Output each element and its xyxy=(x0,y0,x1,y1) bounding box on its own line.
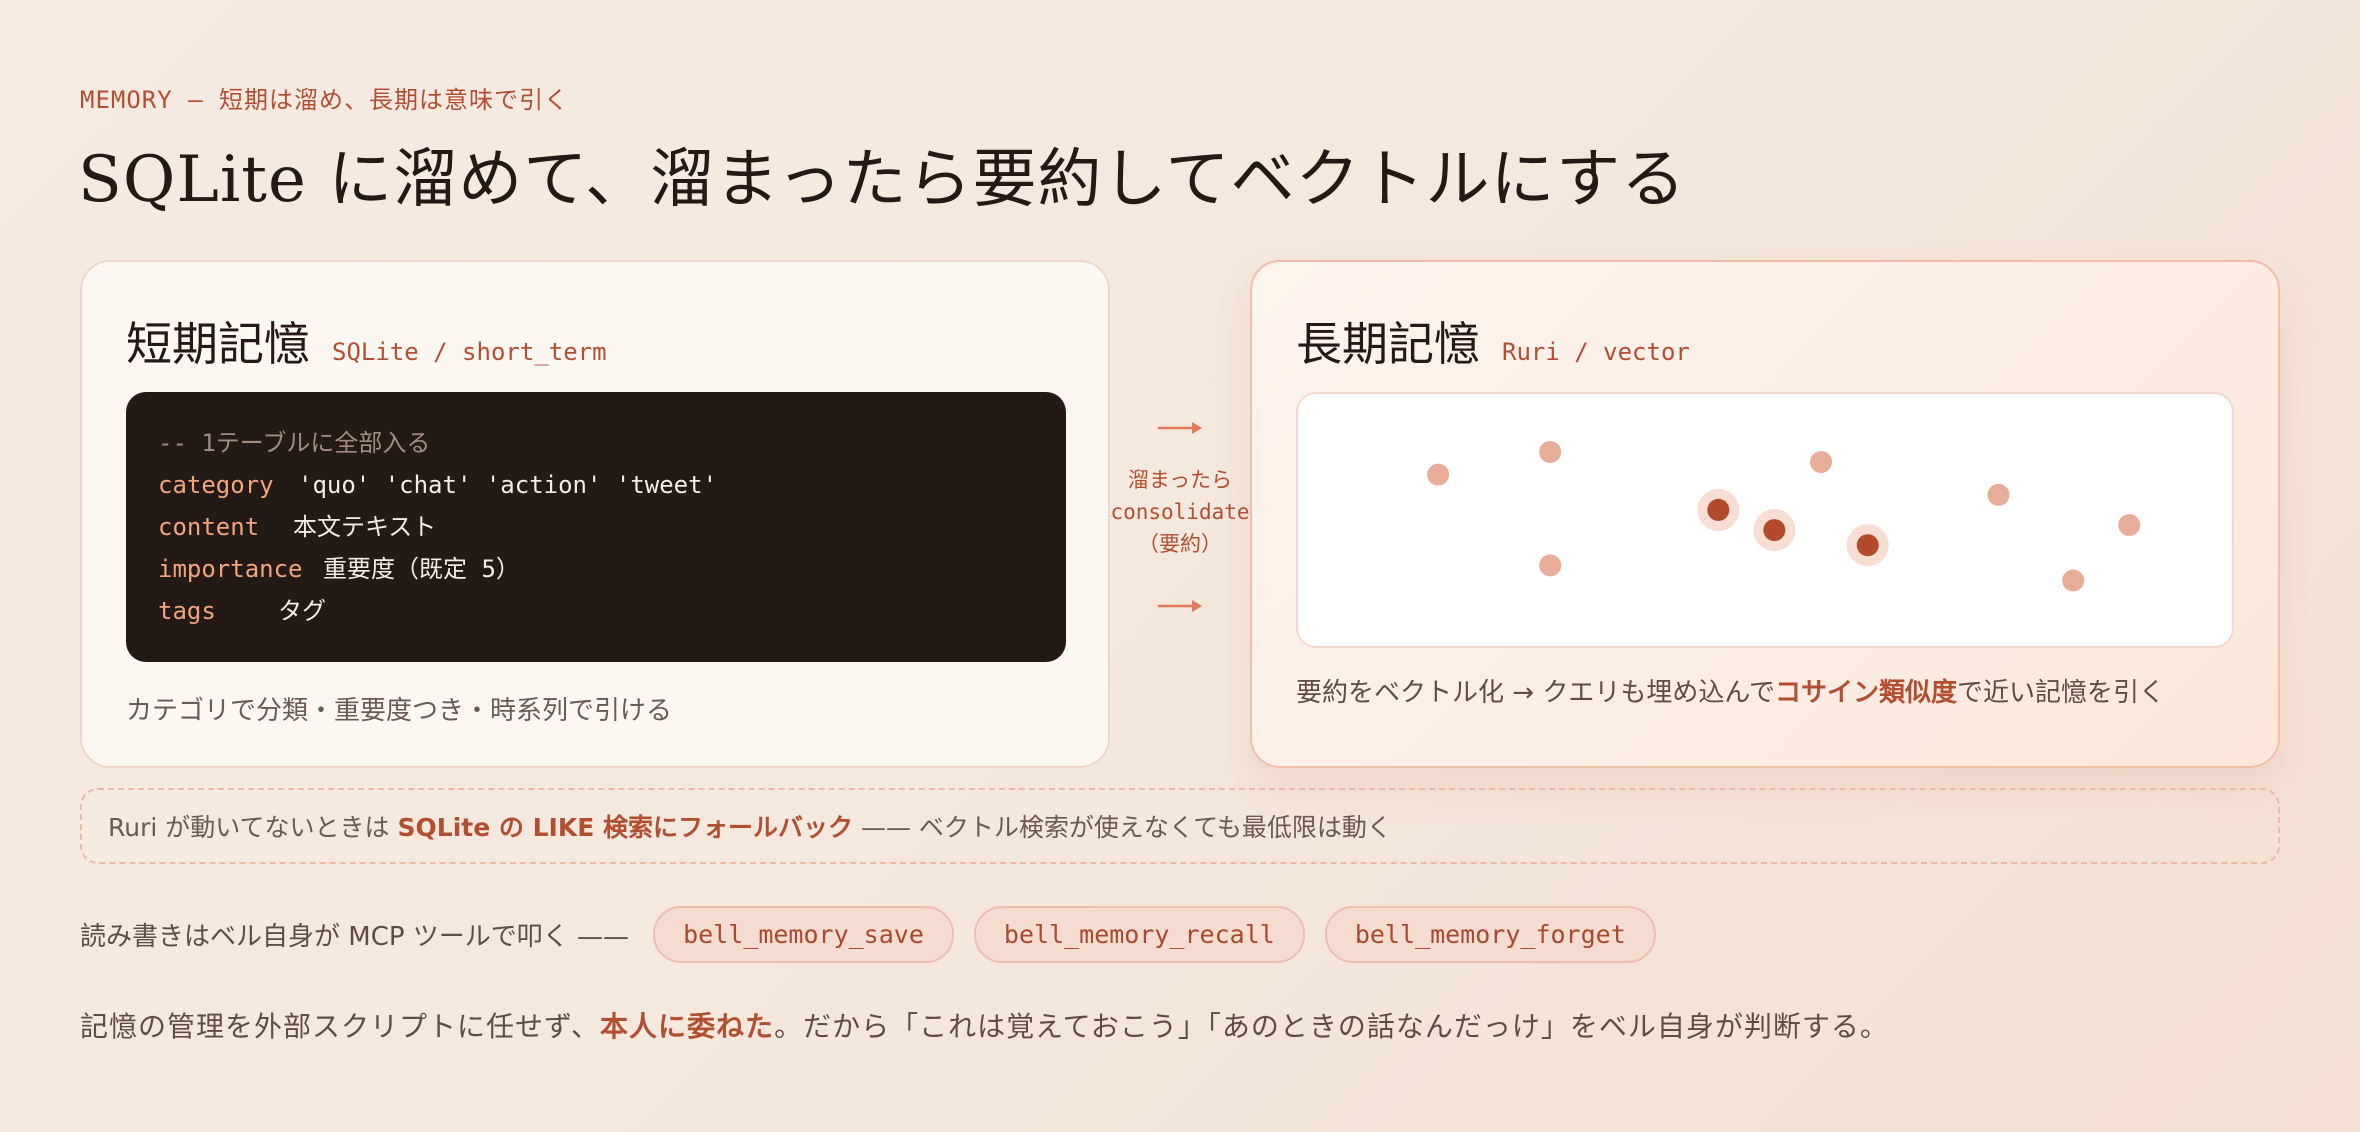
short-term-caption: カテゴリで分類・重要度つき・時系列で引ける xyxy=(126,696,673,726)
consolidate-label-line: 溜まったら xyxy=(1127,468,1233,492)
code-row: importance 重要度（既定 5） xyxy=(158,548,1034,590)
vector-space-svg xyxy=(1427,440,2141,592)
consolidate-label-line: （要約） xyxy=(1138,532,1222,556)
code-key: tags xyxy=(158,597,216,625)
vector-point xyxy=(1427,463,1450,486)
long-term-title: 長期記憶 xyxy=(1296,317,1480,371)
code-key: content xyxy=(158,513,260,541)
consolidate-label-line: consolidate xyxy=(1110,500,1250,524)
short-term-title: 短期記憶 xyxy=(126,317,310,371)
code-comment: -- 1テーブルに全部入る xyxy=(158,429,431,457)
fallback-note: Ruri が動いてないときは SQLite の LIKE 検索にフォールバック … xyxy=(80,788,2280,864)
caption-text: で近い記憶を引く xyxy=(1957,678,2166,708)
code-row: tags タグ xyxy=(158,590,1034,632)
long-term-subtitle: Ruri / vector xyxy=(1502,338,1690,366)
code-key: category xyxy=(158,471,274,499)
vector-point xyxy=(1539,440,1562,463)
tool-chip-save: bell_memory_save xyxy=(653,906,954,963)
closing-statement: 記憶の管理を外部スクリプトに任せず、本人に委ねた。だから「これは覚えておこう」「… xyxy=(80,1005,1889,1045)
closing-text: 記憶の管理を外部スクリプトに任せず、 xyxy=(80,1010,601,1043)
code-value: 本文テキスト xyxy=(293,513,437,541)
long-term-header: 長期記憶 Ruri / vector xyxy=(1296,308,1690,374)
schema-code-block: -- 1テーブルに全部入る category 'quo' 'chat' 'act… xyxy=(126,392,1066,662)
mcp-tools-row: 読み書きはベル自身が MCP ツールで叩く —— bell_memory_sav… xyxy=(80,906,1656,963)
eyebrow-label: MEMORY — 短期は溜め、長期は意味で引く xyxy=(80,86,570,114)
code-value: タグ xyxy=(278,597,326,625)
fallback-text: Ruri が動いてないときは xyxy=(108,813,390,842)
fallback-text: —— ベクトル検索が使えなくても最低限は動く xyxy=(860,813,1392,842)
long-term-caption: 要約をベクトル化 → クエリも埋め込んでコサイン類似度で近い記憶を引く xyxy=(1296,672,2165,709)
vector-point-matched xyxy=(1856,534,1879,557)
tools-label: 読み書きはベル自身が MCP ツールで叩く —— xyxy=(80,922,630,952)
vector-point xyxy=(1810,451,1833,474)
vector-point xyxy=(1987,483,2010,506)
short-term-card: 短期記憶 SQLite / short_term -- 1テーブルに全部入る c… xyxy=(80,260,1110,768)
consolidate-label: 溜まったら consolidate （要約） xyxy=(1110,464,1250,560)
caption-highlight: コサイン類似度 xyxy=(1775,678,1958,708)
short-term-subtitle: SQLite / short_term xyxy=(332,338,607,366)
vector-space-plot xyxy=(1296,392,2234,648)
tool-chip-forget: bell_memory_forget xyxy=(1324,906,1656,963)
code-value: 重要度（既定 5） xyxy=(323,555,520,583)
vector-point xyxy=(2062,569,2085,592)
vector-point-matched xyxy=(1763,519,1786,542)
closing-text: 。だから「これは覚えておこう」「あのときの話なんだっけ」をベル自身が判断する。 xyxy=(774,1010,1889,1043)
vector-point-matched xyxy=(1707,498,1730,521)
code-key: importance xyxy=(158,555,303,583)
page-title: SQLite に溜めて、溜まったら要約してベクトルにする xyxy=(78,143,1687,217)
fallback-highlight: SQLite の LIKE 検索にフォールバック xyxy=(397,813,853,842)
arrow-right-icon xyxy=(1158,422,1202,434)
closing-highlight: 本人に委ねた xyxy=(600,1010,775,1043)
caption-text: 要約をベクトル化 → クエリも埋め込んで xyxy=(1296,678,1776,708)
consolidate-transition: 溜まったら consolidate （要約） xyxy=(1110,260,1250,768)
code-row: category 'quo' 'chat' 'action' 'tweet' xyxy=(158,464,1034,506)
arrow-right-icon xyxy=(1158,600,1202,612)
vector-point xyxy=(1539,554,1562,577)
vector-point xyxy=(2118,514,2141,537)
code-row: content 本文テキスト xyxy=(158,506,1034,548)
long-term-card: 長期記憶 Ruri / vector 要約をベクトル化 → クエリも埋め込んでコ… xyxy=(1250,260,2280,768)
code-value: 'quo' 'chat' 'action' 'tweet' xyxy=(298,471,718,499)
tool-chip-recall: bell_memory_recall xyxy=(973,906,1305,963)
short-term-header: 短期記憶 SQLite / short_term xyxy=(126,308,607,374)
